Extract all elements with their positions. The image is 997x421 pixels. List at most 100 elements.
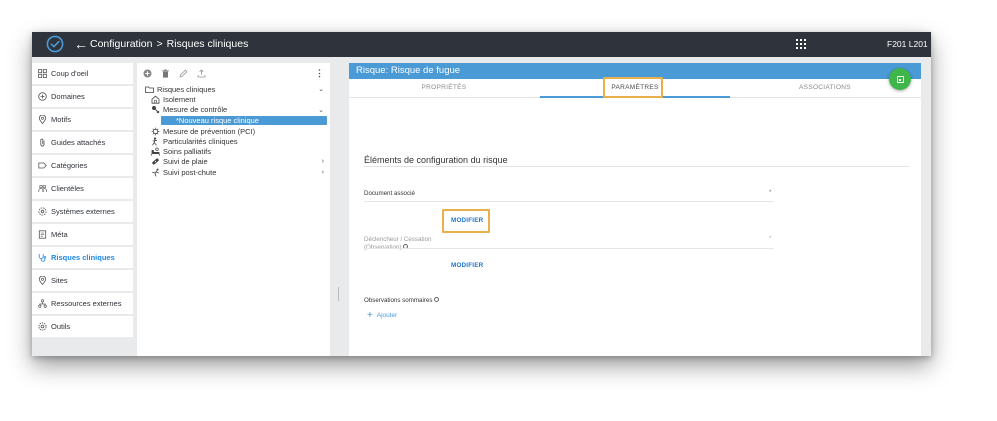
tree-toolbar: ⋮ [137,63,330,83]
settings-icon [38,207,47,216]
tree-item-label: Mesure de prévention (PCI) [163,126,256,136]
sidebar-item-motifs[interactable]: Motifs [32,109,133,130]
sidebar-item-meta[interactable]: Méta [32,224,133,245]
sidebar-item-sites[interactable]: Sites [32,270,133,291]
control-icon [151,105,160,114]
sidebar-item-categories[interactable]: Catégories [32,155,133,176]
sidebar-item-label: Sites [51,276,68,285]
modify-document-button[interactable]: MODIFIER [451,217,483,224]
plus-icon: + [367,310,373,321]
pin-icon [38,115,47,124]
trigger-required-mark: * [769,236,772,242]
tab-highlight-box [603,77,663,98]
breadcrumb-separator: > [156,38,163,50]
document-icon [38,230,47,239]
tree-item-label: Particularités cliniques [163,136,238,146]
stethoscope-icon [38,253,47,262]
user-code[interactable]: F201 L201 [887,39,928,49]
bandage-icon [151,157,160,166]
chevron-down-icon[interactable]: ⌄ [318,85,324,93]
tree-item-nouveau-risque-clinique[interactable]: *Nouveau risque clinique [161,115,327,125]
tree-item-mesure-de-prevention[interactable]: Mesure de prévention (PCI) [137,126,330,136]
apps-grid-icon[interactable] [796,39,806,49]
breadcrumb: Configuration > Risques cliniques [90,38,248,50]
observations-field-label: Observations sommaires [364,297,440,304]
bed-icon [151,147,160,156]
add-label: Ajouter [376,312,398,319]
tree-item-label: *Nouveau risque clinique [176,115,259,125]
fall-icon [151,168,160,177]
dashboard-icon [38,69,47,78]
sidebar-item-label: Clientèles [51,184,84,193]
tree-item-label: Suivi de plaie [163,157,208,167]
back-arrow-icon[interactable]: ← [74,36,88,52]
save-button[interactable] [889,68,911,90]
tree-root[interactable]: Risques cliniques ⌄ [137,84,330,94]
tree-item-label: Suivi post-chute [163,167,217,177]
sidebar-item-outils[interactable]: Outils [32,316,133,337]
tree-item-mesure-de-controle[interactable]: Mesure de contrôle ⌄ [137,105,330,115]
save-icon [896,75,904,83]
sidebar-item-label: Domaines [51,92,85,101]
edit-icon[interactable] [179,69,188,78]
domain-icon [38,92,47,101]
home-icon [151,95,160,104]
sidebar-item-clienteles[interactable]: Clientèles [32,178,133,199]
observations-label-text: Observations sommaires [364,297,433,304]
chevron-down-icon[interactable]: ⌄ [318,106,324,114]
sidebar-item-label: Outils [51,322,71,331]
info-icon[interactable] [434,297,440,302]
sidebar-item-ressources-externes[interactable]: Ressources externes [32,293,133,314]
delete-icon[interactable] [161,69,170,78]
sidebar-item-label: Systèmes externes [51,207,115,216]
risk-tree: Risques cliniques ⌄ Isolement Mesure de … [137,83,330,177]
document-field-line [364,201,774,202]
panel-splitter[interactable] [335,63,343,356]
add-observation-link[interactable]: + Ajouter [367,310,397,321]
upload-icon[interactable] [197,68,206,78]
app-logo-icon[interactable] [46,35,64,53]
modify-trigger-button[interactable]: MODIFIER [451,262,483,269]
add-icon[interactable] [143,69,152,78]
sidebar-item-coup-doeil[interactable]: Coup d'oeil [32,63,133,84]
tree-panel: ⋮ Risques cliniques ⌄ Isolement Mesure d… [137,63,330,356]
sidebar-item-label: Coup d'oeil [51,69,89,78]
chevron-right-icon[interactable]: › [322,169,324,176]
sidebar-item-systemes-externes[interactable]: Systèmes externes [32,201,133,222]
sidebar-item-label: Risques cliniques [51,253,115,262]
app-bar: ← Configuration > Risques cliniques F201 L… [32,32,931,57]
document-field-label: Document associé [364,190,415,197]
sidebar-item-label: Guides attachés [51,138,106,147]
trigger-label-line-1: Déclencheur / Cessation [364,236,432,243]
tree-item-suivi-post-chute[interactable]: Suivi post-chute › [137,167,330,177]
tree-item-particularites-cliniques[interactable]: Particularités cliniques [137,136,330,146]
tree-item-label: Soins palliatifs [163,147,211,157]
detail-panel: Risque: Risque de fugue PROPRIÉTÉS PARAM… [349,63,921,356]
chevron-right-icon[interactable]: › [322,158,324,165]
virus-icon [151,127,160,136]
attachment-icon [38,138,47,147]
app-window: ← Configuration > Risques cliniques F201 L… [32,32,931,356]
sidebar-item-guides-attaches[interactable]: Guides attachés [32,132,133,153]
document-required-mark: * [769,190,772,196]
tree-item-label: Risques cliniques [157,84,216,94]
sidebar-item-label: Ressources externes [51,299,122,308]
tree-item-suivi-de-plaie[interactable]: Suivi de plaie › [137,157,330,167]
person-icon [151,137,160,146]
sidebar-item-label: Catégories [51,161,88,170]
more-menu-icon[interactable]: ⋮ [315,68,324,79]
folder-icon [145,85,154,94]
tree-item-soins-palliatifs[interactable]: Soins palliatifs [137,146,330,156]
tree-item-isolement[interactable]: Isolement [137,94,330,104]
sidebar-item-label: Motifs [51,115,72,124]
sidebar-item-risques-cliniques[interactable]: Risques cliniques [32,247,133,268]
tag-icon [38,161,47,170]
breadcrumb-root[interactable]: Configuration [90,38,152,50]
sidebar-item-domaines[interactable]: Domaines [32,86,133,107]
network-icon [38,299,47,308]
trigger-label-line-2: (Observation) [364,243,402,251]
tab-proprietes[interactable]: PROPRIÉTÉS [349,84,539,91]
section-divider [364,166,909,167]
tree-item-label: Mesure de contrôle [163,105,228,115]
people-icon [38,184,47,193]
